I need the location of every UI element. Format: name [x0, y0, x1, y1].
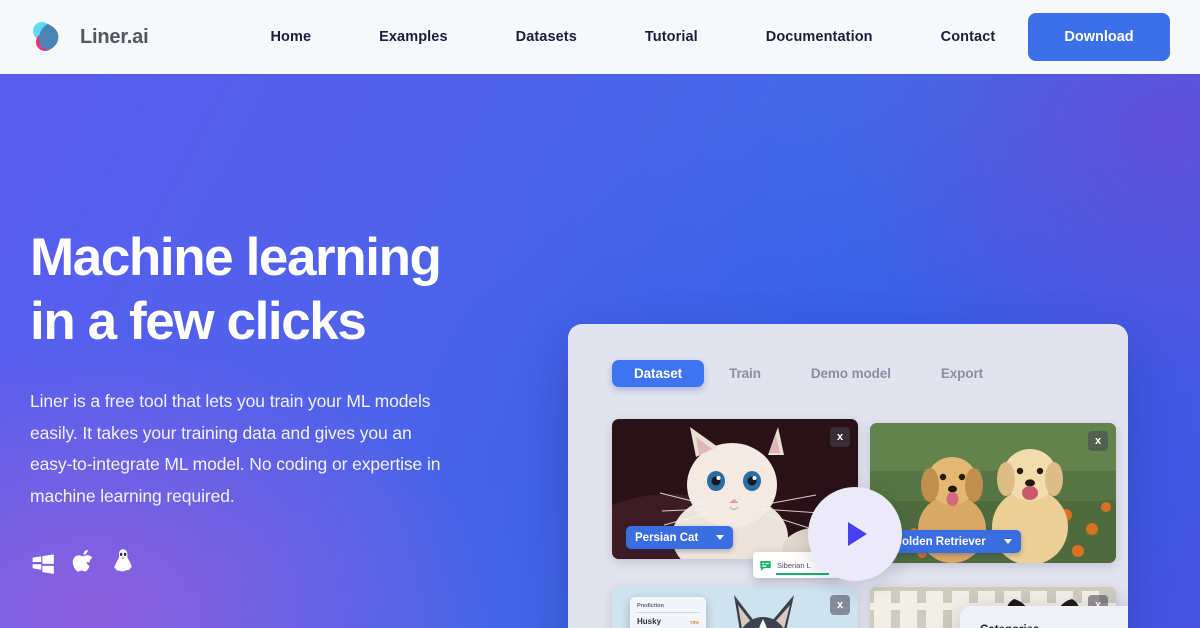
play-icon — [848, 522, 867, 546]
tab-export[interactable]: Export — [916, 361, 1008, 387]
page-title: Machine learning in a few clicks — [30, 226, 510, 354]
tab-dataset[interactable]: Dataset — [612, 360, 705, 387]
hero-copy: Machine learning in a few clicks Liner i… — [30, 226, 510, 576]
hero-title-line-2: in a few clicks — [30, 292, 367, 351]
site-header: Liner.ai Home Examples Datasets Tutorial… — [0, 0, 1200, 74]
tab-train[interactable]: Train — [704, 361, 786, 387]
prediction-value: 78% — [689, 620, 699, 625]
hero-title-line-1: Machine learning — [30, 228, 442, 287]
prediction-label: Husky — [637, 617, 662, 626]
nav-item-examples[interactable]: Examples — [345, 29, 482, 45]
prediction-popup: Prediction Husky 78% Shiba 63% show more — [630, 597, 706, 628]
tab-demo-model[interactable]: Demo model — [786, 361, 916, 387]
categories-popup: Categories Distribution Siberian Husky 3… — [960, 606, 1128, 628]
platform-icons — [30, 548, 510, 576]
brand-name: Liner.ai — [80, 25, 149, 48]
remove-card-button[interactable]: x — [830, 595, 850, 615]
remove-card-button[interactable]: x — [830, 427, 850, 447]
remove-card-button[interactable]: x — [1088, 431, 1108, 451]
nav-item-documentation[interactable]: Documentation — [732, 29, 907, 45]
tooltip-text: Siberian L — [777, 560, 811, 570]
windows-icon — [30, 550, 56, 576]
card-tag-persian-cat[interactable]: Persian Cat — [626, 526, 734, 549]
hero-section: Machine learning in a few clicks Liner i… — [0, 74, 1200, 628]
apple-icon — [72, 548, 96, 576]
chevron-down-icon — [1003, 539, 1012, 544]
linux-icon — [112, 548, 134, 576]
chevron-down-icon — [716, 535, 725, 540]
app-preview-panel: Dataset Train Demo model Export x Persia… — [568, 324, 1128, 628]
dataset-card-golden-retriever[interactable]: x Golden Retriever — [870, 423, 1116, 563]
tooltip-underline — [776, 573, 829, 575]
dataset-card-husky[interactable]: x Add Tag Prediction Husky 78% Shiba 63% — [612, 587, 858, 628]
brand-logo[interactable]: Liner.ai — [30, 19, 149, 55]
hero-subtitle: Liner is a free tool that lets you train… — [30, 391, 441, 506]
prediction-title: Prediction — [637, 603, 699, 613]
nav-item-tutorial[interactable]: Tutorial — [611, 29, 732, 45]
download-button[interactable]: Download — [1028, 13, 1170, 61]
nav-item-contact[interactable]: Contact — [907, 29, 1030, 45]
liner-logo-icon — [30, 19, 66, 55]
preview-tabs: Dataset Train Demo model Export — [612, 360, 1008, 387]
main-nav: Home Examples Datasets Tutorial Document… — [270, 29, 1029, 45]
card-tag-label: Persian Cat — [635, 531, 699, 544]
tag-chat-icon — [760, 560, 771, 571]
nav-item-datasets[interactable]: Datasets — [482, 29, 611, 45]
prediction-row-husky: Husky 78% — [637, 617, 699, 626]
play-video-button[interactable] — [808, 487, 902, 581]
categories-title: Categories — [980, 624, 1128, 628]
card-tag-label: Golden Retriever — [893, 535, 986, 548]
card-tag-golden-retriever[interactable]: Golden Retriever — [884, 530, 1021, 553]
nav-item-home[interactable]: Home — [270, 29, 345, 45]
